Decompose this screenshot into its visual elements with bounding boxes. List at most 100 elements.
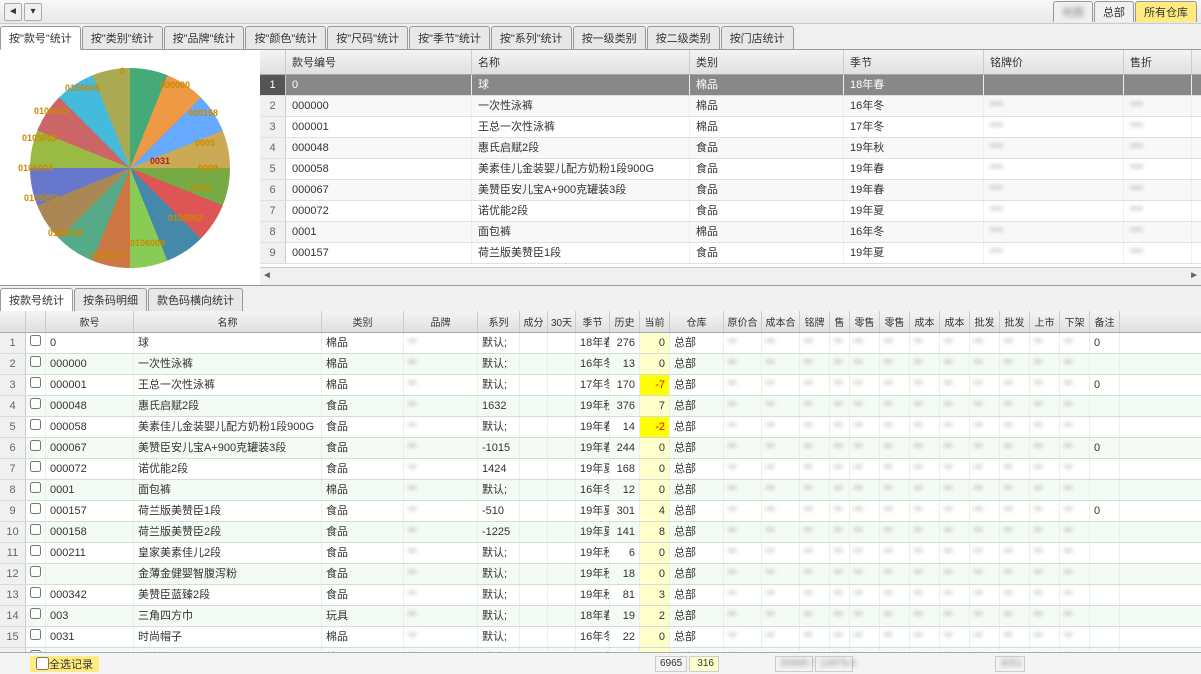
col-header[interactable]: 仓库 bbox=[670, 311, 724, 332]
tool-dropdown-icon[interactable]: ▾ bbox=[24, 3, 42, 21]
col-header[interactable] bbox=[26, 311, 46, 332]
col-header[interactable]: 上市 bbox=[1030, 311, 1060, 332]
table-row[interactable]: 80001面包裤棉品**默认;16年冬120总部****************… bbox=[0, 480, 1201, 501]
col-header[interactable]: 成分 bbox=[520, 311, 548, 332]
table-row[interactable]: 6000067美赞臣安儿宝A+900克罐装3段食品**-101519年春2440… bbox=[0, 438, 1201, 459]
lower-tab[interactable]: 按条码明细 bbox=[74, 288, 147, 311]
cell-chk[interactable] bbox=[26, 459, 46, 479]
table-row[interactable]: 9000157荷兰版美赞臣1段食品19年夏****** bbox=[260, 243, 1201, 264]
lower-tab[interactable]: 按款号统计 bbox=[0, 288, 73, 312]
cell-chk[interactable] bbox=[26, 627, 46, 647]
col-header[interactable]: 30天 bbox=[548, 311, 576, 332]
top-tab[interactable]: 所有仓库 bbox=[1135, 1, 1197, 22]
lower-tab[interactable]: 款色码横向统计 bbox=[148, 288, 243, 311]
table-row[interactable]: 3000001王总一次性泳裤棉品17年冬****** bbox=[260, 117, 1201, 138]
cell-chk[interactable] bbox=[26, 396, 46, 416]
cell-chk[interactable] bbox=[26, 375, 46, 395]
table-row[interactable]: 80001面包裤棉品16年冬****** bbox=[260, 222, 1201, 243]
table-row[interactable]: 3000001王总一次性泳裤棉品**默认;17年冬170-7总部********… bbox=[0, 375, 1201, 396]
stat-tab[interactable]: 按门店统计 bbox=[721, 26, 794, 49]
pie-chart-area: 0 000000 000158 0005 0009 0104 0106002 0… bbox=[0, 50, 260, 285]
stat-tab[interactable]: 按一级类别 bbox=[573, 26, 646, 49]
col-header[interactable]: 备注 bbox=[1090, 311, 1120, 332]
col-header[interactable]: 售折 bbox=[1124, 50, 1192, 74]
stat-tab[interactable]: 按"季节"统计 bbox=[409, 26, 490, 49]
stat-tab[interactable]: 按"系列"统计 bbox=[491, 26, 572, 49]
cell-chk[interactable] bbox=[26, 417, 46, 437]
table-row[interactable]: 7000072诺优能2段食品**142419年夏1680总部**********… bbox=[0, 459, 1201, 480]
col-header[interactable]: 下架 bbox=[1060, 311, 1090, 332]
stat-tab[interactable]: 按"类别"统计 bbox=[82, 26, 163, 49]
stat-tab[interactable]: 按"尺码"统计 bbox=[327, 26, 408, 49]
col-header[interactable]: 零售 bbox=[850, 311, 880, 332]
col-header[interactable]: 款号编号 bbox=[286, 50, 472, 74]
cell-chk[interactable] bbox=[26, 333, 46, 353]
table-row[interactable]: 5000058美素佳儿金装婴儿配方奶粉1段900G食品19年春****** bbox=[260, 159, 1201, 180]
table-row[interactable]: 14003三角四方巾玩具**默认;18年春192总部**************… bbox=[0, 606, 1201, 627]
col-header[interactable]: 类别 bbox=[690, 50, 844, 74]
table-row[interactable]: 5000058美素佳儿金装婴儿配方奶粉1段900G食品**默认;19年春14-2… bbox=[0, 417, 1201, 438]
col-header[interactable]: 名称 bbox=[134, 311, 322, 332]
col-header[interactable]: 铭牌价 bbox=[984, 50, 1124, 74]
col-header[interactable] bbox=[260, 50, 286, 74]
table-row[interactable]: 7000072诺优能2段食品19年夏****** bbox=[260, 201, 1201, 222]
cell-chk[interactable] bbox=[26, 522, 46, 542]
cell-b11: ** bbox=[1030, 627, 1060, 647]
col-header[interactable] bbox=[0, 311, 26, 332]
table-row[interactable]: 13000342美赞臣蓝臻2段食品**默认;19年秋813总部*********… bbox=[0, 585, 1201, 606]
table-row[interactable]: 10000158荷兰版美赞臣2段食品**-122519年夏1418总部*****… bbox=[0, 522, 1201, 543]
cell-chk[interactable] bbox=[26, 480, 46, 500]
table-row[interactable]: 2000000一次性泳裤棉品**默认;16年冬130总部************… bbox=[0, 354, 1201, 375]
table-row[interactable]: 10球棉品**默认;18年春2760总部********************… bbox=[0, 333, 1201, 354]
table-row[interactable]: 150031时尚帽子棉品**默认;16年冬220总部**************… bbox=[0, 627, 1201, 648]
col-header[interactable]: 成本 bbox=[910, 311, 940, 332]
stat-tab[interactable]: 按"颜色"统计 bbox=[245, 26, 326, 49]
col-header[interactable]: 季节 bbox=[844, 50, 984, 74]
col-header[interactable]: 款号 bbox=[46, 311, 134, 332]
col-header[interactable]: 当前 bbox=[640, 311, 670, 332]
stat-tab[interactable]: 按二级类别 bbox=[647, 26, 720, 49]
table-row[interactable]: 11000211皇家美素佳儿2段食品**默认;19年秋60总部*********… bbox=[0, 543, 1201, 564]
stat-tab[interactable]: 按"款号"统计 bbox=[0, 26, 81, 50]
table-row[interactable]: 4000048惠氏启赋2段食品19年秋****** bbox=[260, 138, 1201, 159]
cell-chk[interactable] bbox=[26, 564, 46, 584]
col-header[interactable]: 历史 bbox=[610, 311, 640, 332]
col-header[interactable]: 批发 bbox=[970, 311, 1000, 332]
col-header[interactable]: 名称 bbox=[472, 50, 690, 74]
col-header[interactable]: 类别 bbox=[322, 311, 404, 332]
col-header[interactable]: 成本合 bbox=[762, 311, 800, 332]
table-row[interactable]: 4000048惠氏启赋2段食品**163219年秋3767总部*********… bbox=[0, 396, 1201, 417]
col-header[interactable]: 售 bbox=[830, 311, 850, 332]
col-header[interactable]: 季节 bbox=[576, 311, 610, 332]
top-tab[interactable]: 总部 bbox=[1094, 1, 1134, 22]
table-row[interactable]: 10球棉品18年春****** bbox=[260, 75, 1201, 96]
check-all-records[interactable]: 全选记录 bbox=[30, 656, 99, 672]
cell-wh: 总部 bbox=[670, 438, 724, 458]
top-tab[interactable]: 地图 bbox=[1053, 1, 1093, 22]
lower-grid-body[interactable]: 10球棉品**默认;18年春2760总部********************… bbox=[0, 333, 1201, 652]
table-row[interactable]: 12金薄金健婴智腹泻粉食品**默认;19年秋180总部*************… bbox=[0, 564, 1201, 585]
col-header[interactable]: 批发 bbox=[1000, 311, 1030, 332]
cell-b1: ** bbox=[724, 375, 762, 395]
cell-chk[interactable] bbox=[26, 354, 46, 374]
horizontal-scrollbar[interactable] bbox=[260, 267, 1201, 285]
table-row[interactable]: 6000067美赞臣安儿宝A+900克罐装3段食品19年春****** bbox=[260, 180, 1201, 201]
tool-back-icon[interactable]: ◄ bbox=[4, 3, 22, 21]
col-header[interactable]: 系列 bbox=[478, 311, 520, 332]
col-header[interactable]: 零售 bbox=[880, 311, 910, 332]
table-row[interactable]: 2000000一次性泳裤棉品16年冬****** bbox=[260, 96, 1201, 117]
col-header[interactable]: 品牌 bbox=[404, 311, 478, 332]
cell-chk[interactable] bbox=[26, 543, 46, 563]
table-row[interactable]: 9000157荷兰版美赞臣1段食品**-51019年夏3014总部*******… bbox=[0, 501, 1201, 522]
col-header[interactable]: 原价合 bbox=[724, 311, 762, 332]
col-header[interactable]: 铭牌 bbox=[800, 311, 830, 332]
col-header[interactable]: 成本 bbox=[940, 311, 970, 332]
cell-chk[interactable] bbox=[26, 501, 46, 521]
pie-label: 0009 bbox=[198, 163, 218, 173]
cell-b1: ** bbox=[724, 501, 762, 521]
cell-chk[interactable] bbox=[26, 585, 46, 605]
stat-tab[interactable]: 按"品牌"统计 bbox=[164, 26, 245, 49]
upper-grid-body[interactable]: 10球棉品18年春******2000000一次性泳裤棉品16年冬******3… bbox=[260, 75, 1201, 267]
cell-chk[interactable] bbox=[26, 606, 46, 626]
cell-chk[interactable] bbox=[26, 438, 46, 458]
